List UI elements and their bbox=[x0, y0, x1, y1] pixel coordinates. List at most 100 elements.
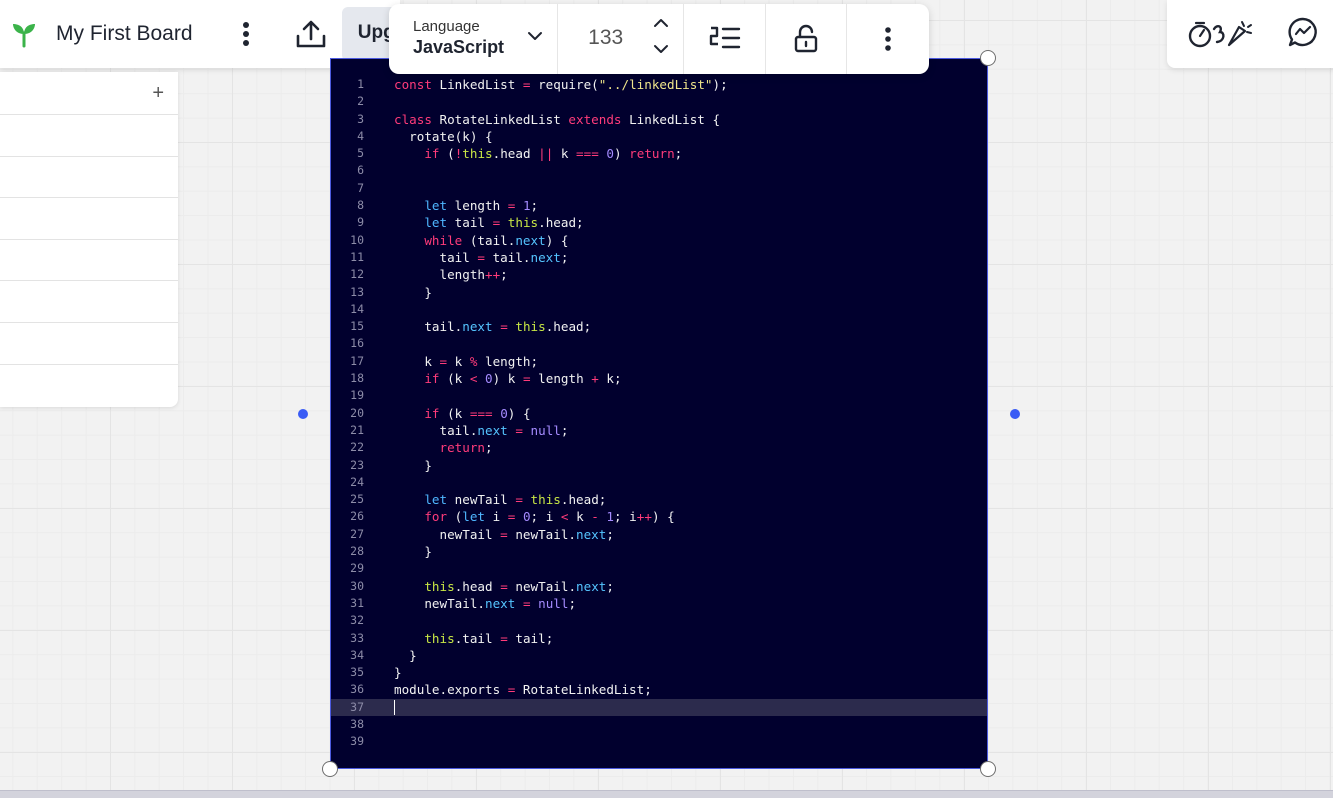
code-block[interactable]: 1 const LinkedList = require("../linkedLi… bbox=[330, 58, 988, 769]
panel-row[interactable] bbox=[0, 281, 178, 323]
code-text[interactable]: tail.next = null; bbox=[394, 422, 568, 439]
board-menu-button[interactable] bbox=[225, 12, 267, 56]
code-text[interactable]: this.tail = tail; bbox=[394, 630, 553, 647]
code-line[interactable]: 7 bbox=[331, 180, 987, 197]
code-text[interactable]: } bbox=[394, 543, 432, 560]
code-line[interactable]: 36 module.exports = RotateLinkedList; bbox=[331, 681, 987, 698]
code-line[interactable]: 24 bbox=[331, 474, 987, 491]
code-line[interactable]: 29 bbox=[331, 560, 987, 577]
code-text[interactable]: class RotateLinkedList extends LinkedLis… bbox=[394, 111, 720, 128]
code-line[interactable]: 33 this.tail = tail; bbox=[331, 630, 987, 647]
code-line[interactable]: 19 bbox=[331, 387, 987, 404]
code-line[interactable]: 39 bbox=[331, 733, 987, 750]
chevron-up-icon[interactable] bbox=[653, 18, 669, 28]
code-text[interactable]: tail = tail.next; bbox=[394, 249, 568, 266]
font-size-stepper[interactable]: 133 bbox=[558, 4, 685, 74]
code-line[interactable]: 9 let tail = this.head; bbox=[331, 214, 987, 231]
code-line[interactable]: 30 this.head = newTail.next; bbox=[331, 578, 987, 595]
panel-row[interactable] bbox=[0, 157, 178, 199]
line-number: 3 bbox=[357, 111, 364, 126]
code-line[interactable]: 20 if (k === 0) { bbox=[331, 405, 987, 422]
code-text[interactable]: for (let i = 0; i < k - 1; i++) { bbox=[394, 508, 674, 525]
panel-row[interactable] bbox=[0, 323, 178, 365]
code-text[interactable]: module.exports = RotateLinkedList; bbox=[394, 681, 652, 698]
vertical-dots-icon bbox=[885, 27, 892, 51]
code-line[interactable]: 35} bbox=[331, 664, 987, 681]
chat-button[interactable] bbox=[1287, 16, 1319, 53]
code-text[interactable]: } bbox=[394, 664, 402, 681]
code-text[interactable]: return; bbox=[394, 439, 493, 456]
reactions-button[interactable] bbox=[1187, 12, 1257, 56]
code-line[interactable]: 2 bbox=[331, 93, 987, 110]
code-text[interactable]: rotate(k) { bbox=[394, 128, 492, 145]
code-text[interactable]: let length = 1; bbox=[394, 197, 538, 214]
plus-icon[interactable]: + bbox=[152, 82, 164, 105]
code-text[interactable]: if (k === 0) { bbox=[394, 405, 530, 422]
resize-handle-bottom-right[interactable] bbox=[980, 761, 996, 777]
code-line[interactable]: 38 bbox=[331, 716, 987, 733]
code-line[interactable]: 28 } bbox=[331, 543, 987, 560]
code-text[interactable]: this.head = newTail.next; bbox=[394, 578, 614, 595]
code-text[interactable]: let tail = this.head; bbox=[394, 214, 583, 231]
code-line[interactable]: 23 } bbox=[331, 457, 987, 474]
share-button[interactable] bbox=[290, 12, 332, 56]
code-line[interactable]: 5 if (!this.head || k === 0) return; bbox=[331, 145, 987, 162]
code-line[interactable]: 3 class RotateLinkedList extends LinkedLi… bbox=[331, 111, 987, 128]
code-line[interactable]: 10 while (tail.next) { bbox=[331, 232, 987, 249]
code-line[interactable]: 32 bbox=[331, 612, 987, 629]
resize-handle-top-right[interactable] bbox=[980, 50, 996, 66]
panel-row[interactable] bbox=[0, 365, 178, 407]
chevron-down-icon[interactable] bbox=[653, 44, 669, 54]
connector-handle-left[interactable] bbox=[298, 409, 308, 419]
code-line[interactable]: 21 tail.next = null; bbox=[331, 422, 987, 439]
code-line[interactable]: 4 rotate(k) { bbox=[331, 128, 987, 145]
code-line[interactable]: 8 let length = 1; bbox=[331, 197, 987, 214]
code-line[interactable]: 17 k = k % length; bbox=[331, 353, 987, 370]
board-title[interactable]: My First Board bbox=[56, 22, 219, 46]
code-line[interactable]: 1 const LinkedList = require("../linkedLi… bbox=[331, 76, 987, 93]
lock-button[interactable] bbox=[766, 4, 848, 74]
font-size-value[interactable]: 133 bbox=[588, 26, 623, 50]
code-text[interactable]: } bbox=[394, 457, 432, 474]
line-number: 9 bbox=[357, 215, 364, 230]
code-line[interactable]: 31 newTail.next = null; bbox=[331, 595, 987, 612]
code-toolbar: Language JavaScript 133 bbox=[389, 4, 929, 74]
code-line[interactable]: 18 if (k < 0) k = length + k; bbox=[331, 370, 987, 387]
language-dropdown[interactable]: Language JavaScript bbox=[389, 4, 559, 74]
code-text[interactable]: tail.next = this.head; bbox=[394, 318, 591, 335]
code-text[interactable]: newTail = newTail.next; bbox=[394, 526, 613, 543]
code-text[interactable]: while (tail.next) { bbox=[394, 232, 568, 249]
connector-handle-right[interactable] bbox=[1010, 409, 1020, 419]
code-line[interactable]: 22 return; bbox=[331, 439, 987, 456]
panel-row[interactable] bbox=[0, 115, 178, 157]
panel-row[interactable] bbox=[0, 198, 178, 240]
code-line[interactable]: 27 newTail = newTail.next; bbox=[331, 526, 987, 543]
code-line[interactable]: 25 let newTail = this.head; bbox=[331, 491, 987, 508]
code-text[interactable]: newTail.next = null; bbox=[394, 595, 576, 612]
code-text[interactable]: let newTail = this.head; bbox=[394, 491, 606, 508]
panel-row[interactable] bbox=[0, 240, 178, 282]
code-line[interactable]: 6 bbox=[331, 162, 987, 179]
code-lines[interactable]: 1 const LinkedList = require("../linkedLi… bbox=[331, 76, 987, 751]
code-text[interactable]: if (!this.head || k === 0) return; bbox=[394, 145, 682, 162]
line-number: 5 bbox=[357, 146, 364, 161]
more-options-button[interactable] bbox=[847, 4, 929, 74]
code-line[interactable]: 34 } bbox=[331, 647, 987, 664]
sprout-logo-icon[interactable] bbox=[0, 0, 48, 68]
code-line[interactable]: 16 bbox=[331, 335, 987, 352]
code-text[interactable]: } bbox=[394, 647, 417, 664]
resize-handle-bottom-left[interactable] bbox=[322, 761, 338, 777]
code-text[interactable]: const LinkedList = require("../linkedLis… bbox=[394, 76, 728, 93]
code-text[interactable]: length++; bbox=[394, 266, 507, 283]
code-text[interactable]: } bbox=[394, 284, 432, 301]
line-numbers-toggle[interactable] bbox=[684, 4, 766, 74]
code-line[interactable]: 37 bbox=[331, 698, 987, 716]
code-line[interactable]: 13 } bbox=[331, 284, 987, 301]
code-text[interactable]: k = k % length; bbox=[394, 353, 538, 370]
code-line[interactable]: 12 length++; bbox=[331, 266, 987, 283]
code-line[interactable]: 14 bbox=[331, 301, 987, 318]
code-text[interactable]: if (k < 0) k = length + k; bbox=[394, 370, 621, 387]
code-line[interactable]: 26 for (let i = 0; i < k - 1; i++) { bbox=[331, 508, 987, 525]
code-line[interactable]: 15 tail.next = this.head; bbox=[331, 318, 987, 335]
code-line[interactable]: 11 tail = tail.next; bbox=[331, 249, 987, 266]
